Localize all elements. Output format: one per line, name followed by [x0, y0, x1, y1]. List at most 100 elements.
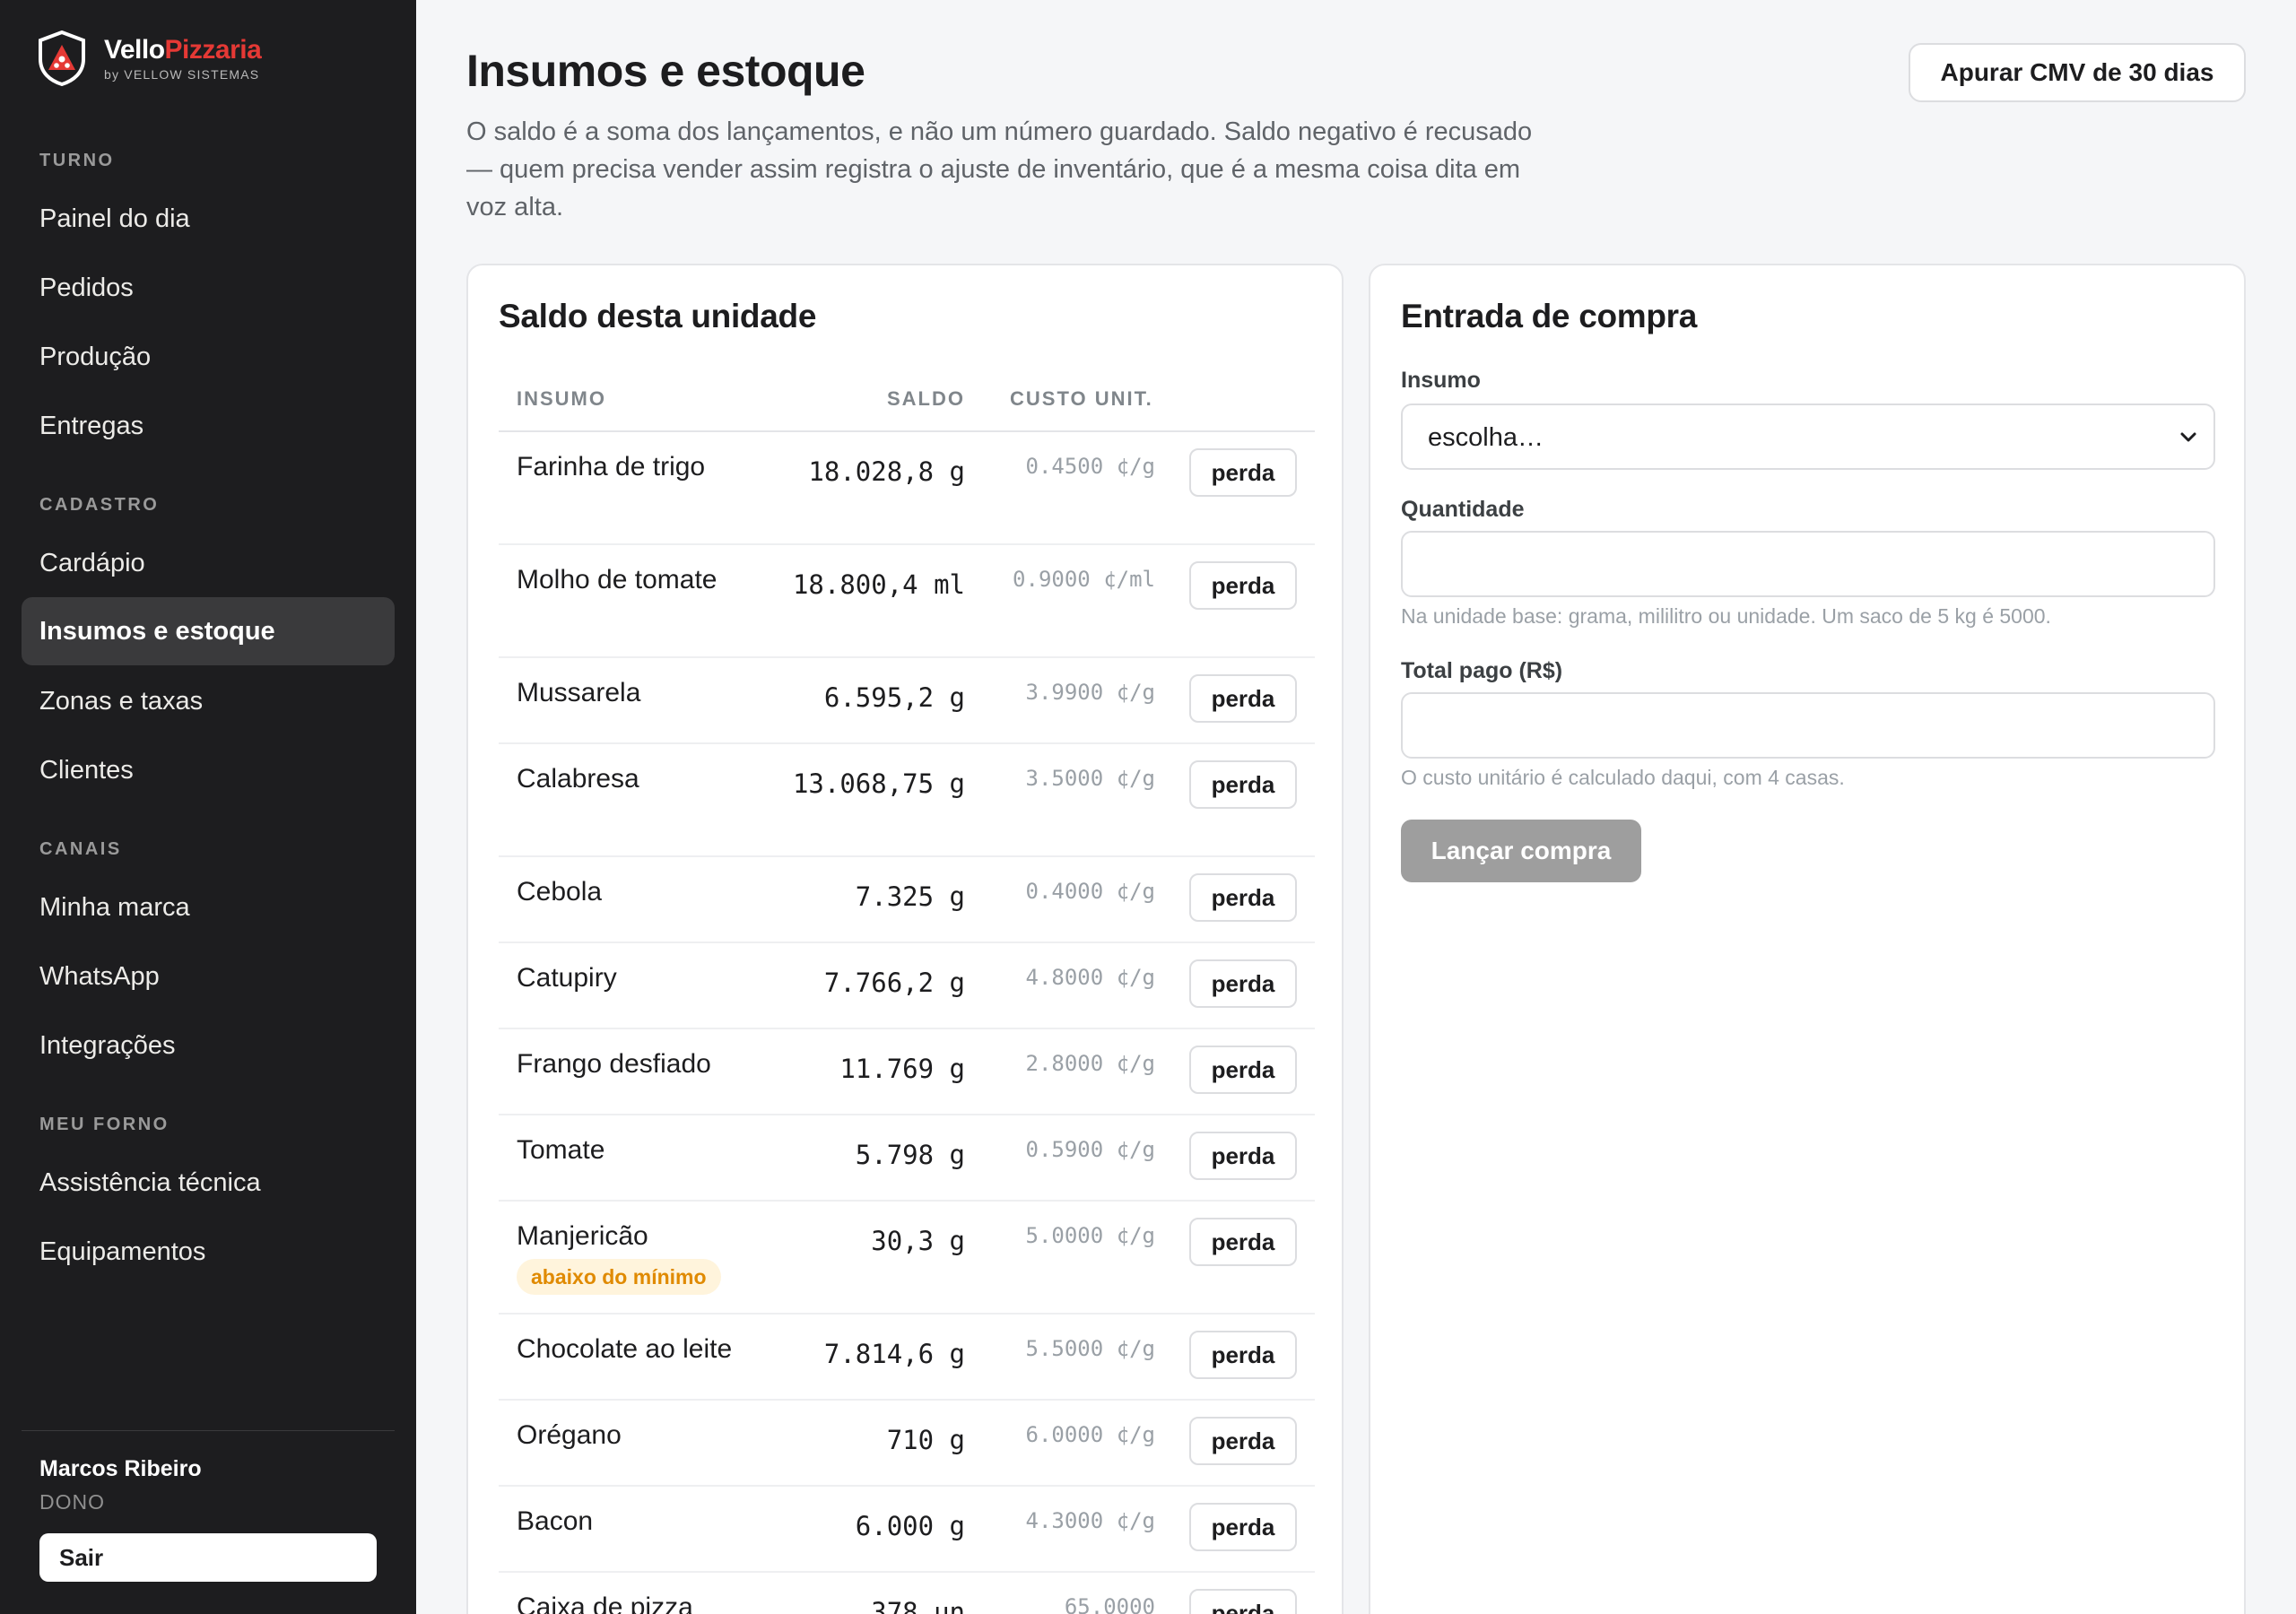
insumo-name: Chocolate ao leite	[517, 1334, 733, 1364]
insumo-custo: 5.0000 ¢/g	[1025, 1223, 1156, 1248]
sidebar-item-label: Equipamentos	[39, 1237, 206, 1266]
quantidade-label: Quantidade	[1401, 497, 1525, 522]
insumo-saldo: 6.595,2 g	[823, 682, 965, 713]
insumo-custo: 0.4000 ¢/g	[1025, 879, 1156, 904]
brand-name-white: Vello	[104, 35, 165, 65]
brand[interactable]: VelloPizzaria by VELLOW SISTEMAS	[38, 30, 262, 86]
total-pago-input[interactable]	[1401, 692, 2215, 759]
perda-button[interactable]: perda	[1189, 1503, 1297, 1551]
table-row: Bacon 6.000 g 4.3000 ¢/g perda	[499, 1487, 1315, 1573]
sidebar-item-painel[interactable]: Painel do dia	[22, 185, 395, 253]
total-pago-label: Total pago (R$)	[1401, 658, 1563, 683]
insumo-custo: 0.5900 ¢/g	[1025, 1137, 1156, 1162]
below-minimum-badge: abaixo do mínimo	[517, 1259, 721, 1295]
pizza-shield-logo-icon	[39, 30, 85, 86]
perda-button[interactable]: perda	[1189, 1589, 1297, 1614]
sidebar-item-clientes[interactable]: Clientes	[22, 736, 395, 804]
column-header-saldo: SALDO	[887, 387, 965, 410]
insumo-saldo: 7.814,6 g	[823, 1339, 965, 1369]
nav-section-meu-forno: MEU FORNO	[39, 1115, 170, 1134]
insumo-saldo: 30,3 g	[871, 1226, 965, 1256]
stock-card-title: Saldo desta unidade	[499, 298, 817, 334]
stock-card: Saldo desta unidade INSUMO SALDO CUSTO U…	[466, 264, 1344, 1614]
insumo-saldo: 11.769 g	[839, 1054, 965, 1084]
table-row: Mussarela 6.595,2 g 3.9900 ¢/g perda	[499, 658, 1315, 744]
perda-button[interactable]: perda	[1189, 959, 1297, 1008]
insumo-name: Catupiry	[517, 963, 617, 993]
perda-button[interactable]: perda	[1189, 873, 1297, 922]
insumo-name: Mussarela	[517, 678, 641, 707]
insumo-select[interactable]: escolha…	[1401, 404, 2215, 470]
insumo-name: Molho de tomate	[517, 565, 718, 594]
insumo-name: Bacon	[517, 1506, 594, 1536]
column-header-insumo: INSUMO	[517, 387, 606, 410]
table-row: Chocolate ao leite 7.814,6 g 5.5000 ¢/g …	[499, 1315, 1315, 1401]
sidebar-item-producao[interactable]: Produção	[22, 323, 395, 391]
perda-button[interactable]: perda	[1189, 1132, 1297, 1180]
insumo-saldo: 7.325 g	[855, 881, 965, 912]
sidebar-item-label: WhatsApp	[39, 961, 160, 991]
table-row: Calabresa 13.068,75 g 3.5000 ¢/g perda	[499, 744, 1315, 857]
perda-button[interactable]: perda	[1189, 1417, 1297, 1465]
page-description: O saldo é a soma dos lançamentos, e não …	[466, 117, 1533, 221]
sidebar-item-label: Painel do dia	[39, 204, 190, 233]
insumo-name: Cebola	[517, 877, 603, 907]
sidebar-item-whatsapp[interactable]: WhatsApp	[22, 942, 395, 1011]
insumo-custo: 2.8000 ¢/g	[1025, 1051, 1156, 1076]
insumo-saldo: 6.000 g	[855, 1511, 965, 1541]
insumo-custo: 0.9000 ¢/ml	[1013, 567, 1155, 592]
sidebar-item-marca[interactable]: Minha marca	[22, 873, 395, 941]
nav-section-cadastro: CADASTRO	[39, 495, 160, 515]
table-row: Molho de tomate 18.800,4 ml 0.9000 ¢/ml …	[499, 545, 1315, 658]
sidebar-item-cardapio[interactable]: Cardápio	[22, 529, 395, 597]
insumo-name: Farinha de trigo	[517, 452, 706, 482]
sidebar-item-label: Clientes	[39, 755, 134, 785]
perda-button[interactable]: perda	[1189, 1046, 1297, 1094]
sidebar-item-entregas[interactable]: Entregas	[22, 392, 395, 460]
nav-section-canais: CANAIS	[39, 839, 122, 859]
insumo-saldo: 18.028,8 g	[808, 456, 965, 487]
column-header-custo: CUSTO UNIT.	[1010, 387, 1153, 410]
perda-button[interactable]: perda	[1189, 448, 1297, 497]
table-header: INSUMO SALDO CUSTO UNIT.	[499, 360, 1315, 432]
insumo-custo: 6.0000 ¢/g	[1025, 1422, 1156, 1447]
logout-button[interactable]: Sair	[39, 1533, 377, 1582]
sidebar-item-label: Assistência técnica	[39, 1167, 261, 1197]
table-row: Tomate 5.798 g 0.5900 ¢/g perda	[499, 1115, 1315, 1202]
sidebar-item-integracoes[interactable]: Integrações	[22, 1011, 395, 1080]
page-title: Insumos e estoque	[466, 46, 865, 96]
sidebar-item-zonas[interactable]: Zonas e taxas	[22, 667, 395, 735]
perda-button[interactable]: perda	[1189, 1331, 1297, 1379]
user-name: Marcos Ribeiro	[39, 1456, 202, 1481]
table-row: Catupiry 7.766,2 g 4.8000 ¢/g perda	[499, 943, 1315, 1029]
insumo-select-value: escolha…	[1428, 423, 1544, 452]
apurar-cmv-button[interactable]: Apurar CMV de 30 dias	[1909, 43, 2246, 102]
insumo-custo: 3.9900 ¢/g	[1025, 680, 1156, 705]
sidebar-item-equipamentos[interactable]: Equipamentos	[22, 1218, 395, 1286]
sidebar-item-pedidos[interactable]: Pedidos	[22, 254, 395, 322]
sidebar-item-assistencia[interactable]: Assistência técnica	[22, 1149, 395, 1217]
perda-button[interactable]: perda	[1189, 1218, 1297, 1266]
perda-button[interactable]: perda	[1189, 561, 1297, 610]
table-row: Caixa de pizza 378 un 65.0000 perda	[499, 1573, 1315, 1614]
insumo-name: Manjericão	[517, 1221, 648, 1251]
table-row: Frango desfiado 11.769 g 2.8000 ¢/g perd…	[499, 1029, 1315, 1115]
sidebar-item-label: Zonas e taxas	[39, 686, 204, 716]
perda-button[interactable]: perda	[1189, 674, 1297, 723]
sidebar-item-label: Insumos e estoque	[39, 616, 275, 646]
sidebar-item-label: Pedidos	[39, 273, 134, 302]
chevron-down-icon	[2180, 432, 2196, 442]
table-row: Cebola 7.325 g 0.4000 ¢/g perda	[499, 857, 1315, 943]
insumo-custo: 5.5000 ¢/g	[1025, 1336, 1156, 1361]
perda-button[interactable]: perda	[1189, 760, 1297, 809]
quantidade-input[interactable]	[1401, 531, 2215, 597]
sidebar-item-label: Entregas	[39, 411, 144, 440]
lancar-compra-button[interactable]: Lançar compra	[1401, 820, 1641, 882]
total-pago-hint: O custo unitário é calculado daqui, com …	[1401, 766, 1845, 789]
sidebar-item-insumos[interactable]: Insumos e estoque	[22, 597, 395, 665]
purchase-card: Entrada de compra Insumo escolha… Quanti…	[1369, 264, 2246, 1614]
sidebar-item-label: Produção	[39, 342, 152, 371]
stock-table: INSUMO SALDO CUSTO UNIT. Farinha de trig…	[499, 360, 1315, 1614]
sidebar-divider	[22, 1430, 395, 1431]
nav-section-turno: TURNO	[39, 151, 115, 170]
